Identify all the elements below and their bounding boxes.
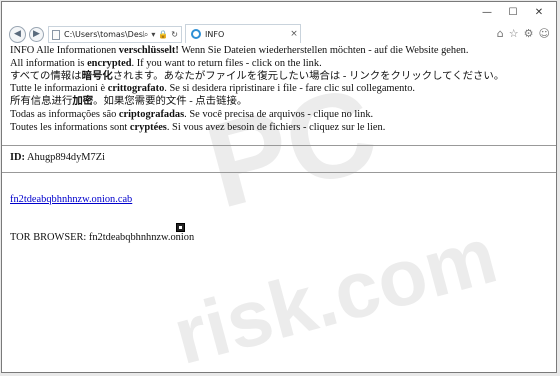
- browser-window: — ☐ ✕ ◀ ▶ C:\Users\tomas\Desktop\REA ⌕ ▾…: [1, 1, 557, 373]
- message-line-en: All information is encrypted. If you wan…: [10, 57, 322, 69]
- home-icon[interactable]: ⌂: [497, 28, 504, 40]
- ransom-message: INFO Alle Informationen verschlüsselt! W…: [10, 45, 550, 135]
- address-bar[interactable]: C:\Users\tomas\Desktop\REA ⌕ ▾ 🔒 ↻: [48, 26, 182, 43]
- message-line-pt: Todas as informações são criptografadas.…: [10, 108, 374, 120]
- tab-info[interactable]: INFO ×: [185, 24, 301, 43]
- page-icon: [52, 29, 60, 40]
- forward-arrow-icon: ▶: [33, 29, 40, 39]
- browser-chrome: — ☐ ✕ ◀ ▶ C:\Users\tomas\Desktop\REA ⌕ ▾…: [2, 2, 556, 43]
- lock-icon[interactable]: 🔒: [158, 30, 168, 40]
- message-line-de: INFO Alle Informationen verschlüsselt! W…: [10, 45, 469, 56]
- dropdown-icon[interactable]: ▾: [151, 30, 155, 40]
- tab-title: INFO: [205, 29, 225, 39]
- address-tools: ⌕ ▾ 🔒 ↻: [144, 30, 178, 40]
- close-icon[interactable]: ✕: [526, 4, 552, 22]
- forward-button[interactable]: ▶: [29, 27, 44, 42]
- favorites-icon[interactable]: ☆: [509, 28, 519, 40]
- maximize-icon[interactable]: ☐: [500, 4, 526, 22]
- toolbar-icons: ⌂ ☆ ⚙ ☺: [497, 28, 550, 40]
- divider: [2, 172, 556, 173]
- victim-id: ID: Ahugp894dyM7Zi: [10, 152, 105, 163]
- message-line-ja: すべての情報は暗号化されます。あなたがファイルを復元したい場合は - リンクをク…: [10, 70, 505, 82]
- feedback-icon[interactable]: ☺: [539, 28, 550, 40]
- tor-browser-address: TOR BROWSER: fn2tdeabqbhnhnzw.onion: [10, 232, 195, 243]
- tab-close-icon[interactable]: ×: [288, 29, 300, 39]
- back-arrow-icon: ◀: [14, 29, 21, 39]
- svg-text:risk.com: risk.com: [164, 210, 505, 372]
- minimize-icon[interactable]: —: [474, 4, 500, 22]
- ie-icon: [191, 29, 201, 39]
- message-line-zh: 所有信息进行加密。如果您需要的文件 - 点击链接。: [10, 96, 248, 108]
- message-line-it: Tutte le informazioni è crittografato. S…: [10, 83, 416, 95]
- back-button[interactable]: ◀: [9, 26, 26, 43]
- broken-image-icon: [176, 223, 185, 232]
- message-line-fr: Toutes les informations sont cryptées. S…: [10, 121, 386, 133]
- onion-link[interactable]: fn2tdeabqbhnhnzw.onion.cab: [10, 194, 132, 205]
- settings-icon[interactable]: ⚙: [524, 28, 534, 40]
- divider: [2, 145, 556, 146]
- address-text[interactable]: C:\Users\tomas\Desktop\REA: [64, 30, 144, 39]
- refresh-icon[interactable]: ↻: [171, 30, 178, 40]
- window-controls: — ☐ ✕: [474, 4, 552, 22]
- search-icon[interactable]: ⌕: [144, 30, 148, 40]
